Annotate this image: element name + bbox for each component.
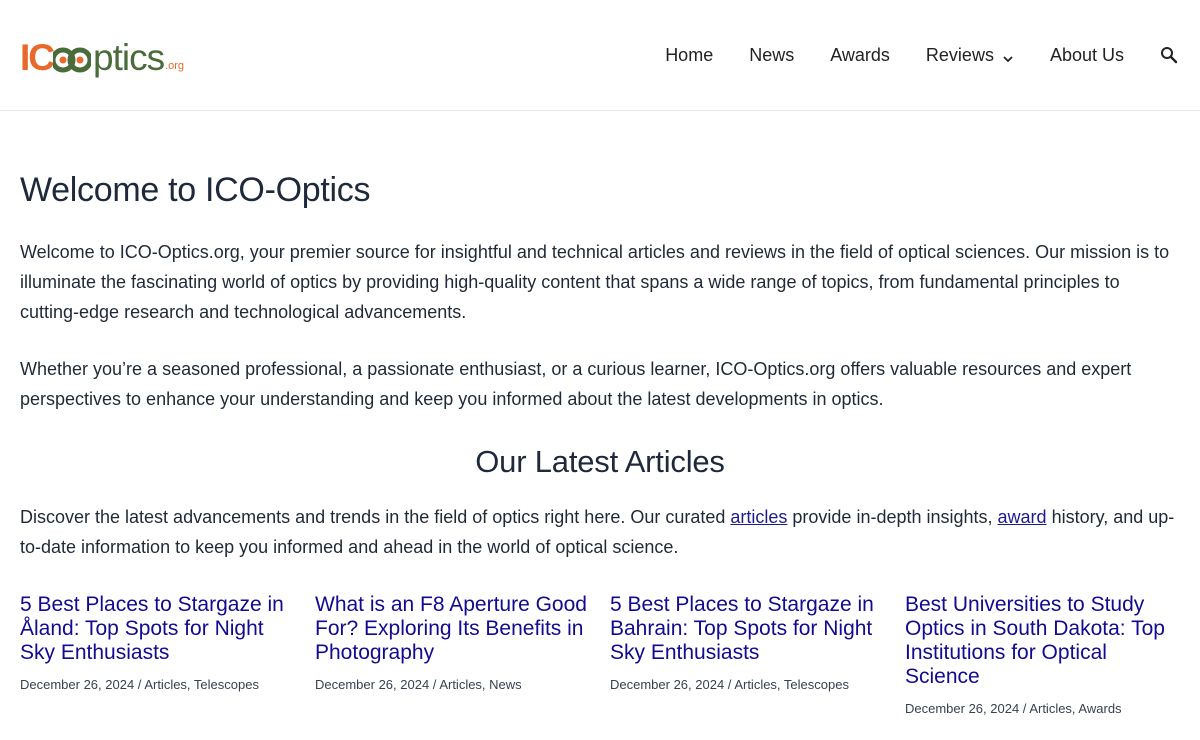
nav-news-label: News xyxy=(749,44,795,65)
site-header: IC ptics .org Home News Awards Reviews A… xyxy=(0,0,1200,111)
page-title: Welcome to ICO-Optics xyxy=(20,171,371,209)
intro-paragraph-2: Whether you’re a seasoned professional, … xyxy=(20,359,1132,409)
nav-news[interactable]: News xyxy=(749,45,794,66)
chevron-down-icon[interactable] xyxy=(1002,49,1014,63)
logo-text-ico: IC xyxy=(20,37,55,78)
article-title-link[interactable]: What is an F8 Aperture Good For? Explori… xyxy=(315,593,592,665)
article-categories[interactable]: Articles, News xyxy=(439,677,521,692)
articles-link[interactable]: articles xyxy=(730,507,787,527)
meta-separator: / xyxy=(134,677,145,692)
nav-reviews[interactable]: Reviews xyxy=(926,45,1014,66)
article-meta: December 26, 2024 / Articles, Telescopes xyxy=(610,677,887,692)
nav-home-label: Home xyxy=(665,44,714,65)
main-nav: Home News Awards Reviews About Us xyxy=(665,0,1200,110)
site-logo[interactable]: IC ptics .org xyxy=(20,36,184,76)
article-categories[interactable]: Articles, Awards xyxy=(1029,701,1121,716)
article-categories[interactable]: Articles, Telescopes xyxy=(734,677,849,692)
nav-home[interactable]: Home xyxy=(665,45,713,66)
nav-awards-label: Awards xyxy=(830,44,890,65)
desc-text-2: provide in-depth insights, xyxy=(787,507,998,527)
meta-separator: / xyxy=(429,677,440,692)
article-card: What is an F8 Aperture Good For? Explori… xyxy=(315,593,610,716)
article-title-link[interactable]: 5 Best Places to Stargaze in Bahrain: To… xyxy=(610,593,887,665)
nav-about-us-label: About Us xyxy=(1049,44,1124,65)
article-date: December 26, 2024 xyxy=(315,677,430,692)
article-card: Best Universities to Study Optics in Sou… xyxy=(905,593,1200,716)
article-date: December 26, 2024 xyxy=(905,701,1020,716)
article-card: 5 Best Places to Stargaze in Bahrain: To… xyxy=(610,593,905,716)
article-categories[interactable]: Articles, Telescopes xyxy=(144,677,259,692)
nav-reviews-label: Reviews xyxy=(925,44,994,65)
desc-text-1: Discover the latest advancements and tre… xyxy=(20,507,731,527)
meta-separator: / xyxy=(1019,701,1030,716)
nav-awards[interactable]: Awards xyxy=(830,45,890,66)
article-meta: December 26, 2024 / Articles, Telescopes xyxy=(20,677,297,692)
logo-eyes-icon xyxy=(53,42,91,76)
latest-articles-description: Discover the latest advancements and tre… xyxy=(20,502,1180,562)
meta-separator: / xyxy=(724,677,735,692)
logo-text-org: .org xyxy=(165,60,185,72)
article-meta: December 26, 2024 / Articles, Awards xyxy=(905,701,1182,716)
intro-paragraph-1: Welcome to ICO-Optics.org, your premier … xyxy=(20,242,1170,322)
logo-text-optics: ptics xyxy=(93,37,165,78)
article-card: 5 Best Places to Stargaze in Åland: Top … xyxy=(20,593,315,716)
award-link[interactable]: award xyxy=(998,507,1047,527)
nav-about-us[interactable]: About Us xyxy=(1050,45,1124,66)
latest-articles-title: Our Latest Articles xyxy=(475,444,725,479)
article-title-link[interactable]: 5 Best Places to Stargaze in Åland: Top … xyxy=(20,593,297,665)
article-title-link[interactable]: Best Universities to Study Optics in Sou… xyxy=(905,593,1182,689)
article-list: 5 Best Places to Stargaze in Åland: Top … xyxy=(20,593,1200,716)
search-icon[interactable] xyxy=(1160,46,1178,64)
article-date: December 26, 2024 xyxy=(610,677,725,692)
article-meta: December 26, 2024 / Articles, News xyxy=(315,677,592,692)
article-date: December 26, 2024 xyxy=(20,677,135,692)
